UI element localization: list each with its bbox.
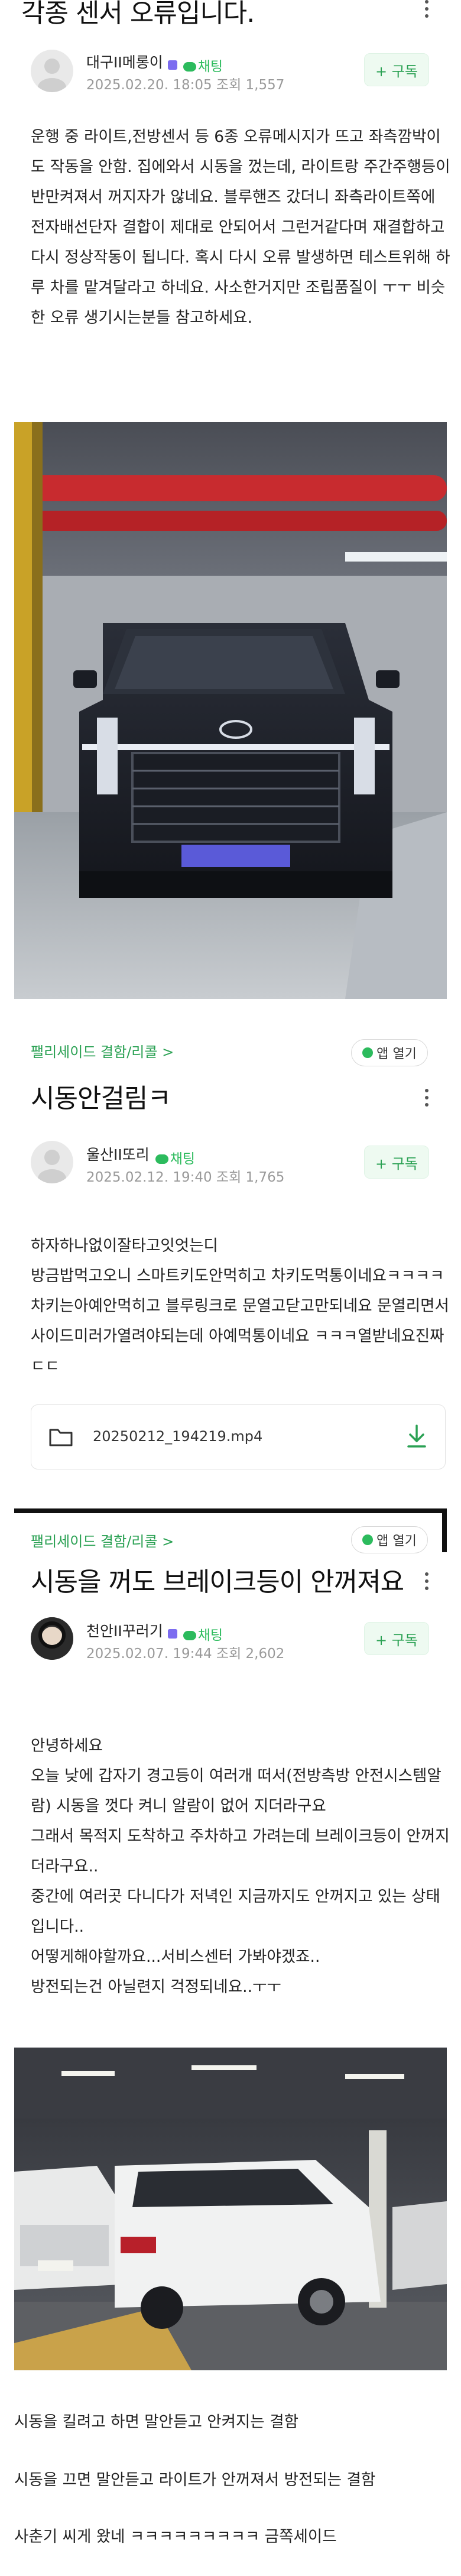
subscribe-button[interactable]: + 구독	[364, 1622, 429, 1655]
post-meta: 2025.02.20. 18:05 조회 1,557	[86, 77, 285, 93]
post-photo[interactable]	[14, 2048, 447, 2370]
subscribe-button[interactable]: + 구독	[364, 53, 429, 86]
post-text-line: 시동을 끄면 말안듣고 라이트가 안꺼져서 방전되는 결함	[14, 2471, 376, 2489]
download-icon[interactable]	[406, 1424, 427, 1451]
post-text-line: 시동을 킬려고 하면 말안듣고 안켜지는 결함	[14, 2413, 298, 2431]
subscribe-button[interactable]: + 구독	[364, 1146, 429, 1179]
attachment-file[interactable]: 20250212_194219.mp4	[31, 1404, 446, 1469]
app-logo-icon	[362, 1047, 374, 1058]
chat-bubble-icon	[183, 1631, 196, 1640]
chat-link[interactable]: 채팅	[183, 59, 223, 74]
avatar[interactable]	[31, 1141, 73, 1183]
attachment-name: 20250212_194219.mp4	[93, 1428, 263, 1445]
post-divider	[14, 1508, 447, 1513]
more-options-icon[interactable]	[423, 1089, 430, 1107]
more-options-icon[interactable]	[423, 1572, 430, 1590]
post-body: 하자하나없이잘타고잇엇는디 방금밥먹고오니 스마트키도안먹히고 차키도먹통이네요…	[31, 1237, 449, 1375]
avatar[interactable]	[31, 50, 73, 92]
chat-bubble-icon	[183, 62, 196, 72]
post-title: 시동을 꺼도 브레이크등이 안꺼져요	[31, 1567, 404, 1597]
avatar[interactable]	[31, 1617, 73, 1660]
folder-icon	[49, 1427, 73, 1449]
level-badge-icon	[167, 60, 177, 70]
post-title: 시동안걸림ㅋ	[31, 1083, 171, 1114]
level-badge-icon	[167, 1628, 177, 1639]
author-name[interactable]: 울산II또리	[86, 1146, 150, 1163]
author-name[interactable]: 천안II꾸러기	[86, 1623, 163, 1640]
post-divider	[442, 1508, 447, 1552]
post-body: 운행 중 라이트,전방센서 등 6종 오류메시지가 뜨고 좌측깜박이도 작동을 …	[31, 128, 450, 327]
post-text-line: 사춘기 씨게 왔네 ㅋㅋㅋㅋㅋㅋㅋㅋㅋ 금쪽세이드	[14, 2528, 337, 2546]
category-breadcrumb[interactable]: 팰리세이드 결함/리콜 >	[31, 1530, 174, 1550]
category-breadcrumb[interactable]: 팰리세이드 결함/리콜 >	[31, 1040, 174, 1061]
post-meta: 2025.02.07. 19:44 조회 2,602	[86, 1646, 285, 1662]
post-meta: 2025.02.12. 19:40 조회 1,765	[86, 1170, 285, 1185]
post-title: 각종 센서 오류입니다.	[21, 0, 255, 28]
app-open-button[interactable]: 앱 열기	[351, 1039, 428, 1066]
chat-link[interactable]: 채팅	[155, 1151, 195, 1167]
app-open-button[interactable]: 앱 열기	[351, 1526, 428, 1553]
post-photo[interactable]	[14, 422, 447, 999]
post-body: 안녕하세요 오늘 낮에 갑자기 경고등이 여러개 떠서(전방측방 안전시스템알람…	[31, 1737, 450, 1996]
more-options-icon[interactable]	[423, 0, 430, 18]
chat-link[interactable]: 채팅	[183, 1628, 223, 1643]
chat-bubble-icon	[155, 1154, 168, 1164]
author-name[interactable]: 대구II메롱이	[86, 54, 163, 71]
app-logo-icon	[362, 1534, 374, 1545]
